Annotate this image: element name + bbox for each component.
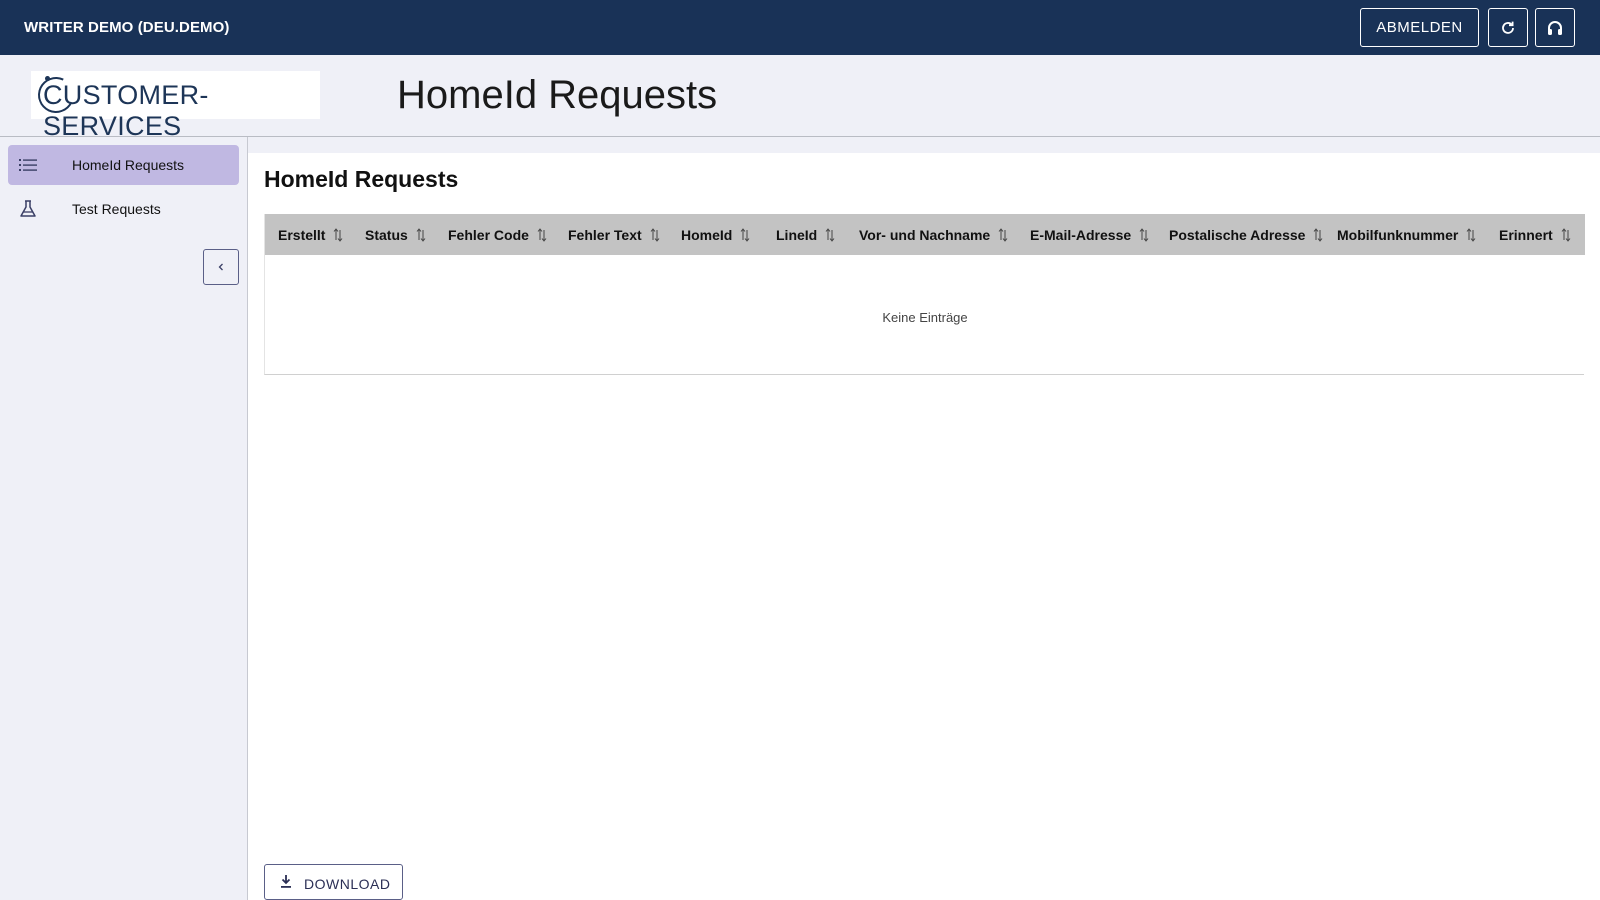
column-header-postalische-adresse[interactable]: Postalische Adresse [1169, 214, 1323, 255]
column-header-label: Mobilfunknummer [1337, 226, 1459, 243]
sidebar: HomeId Requests Test Requests [0, 137, 248, 900]
sort-icon [825, 227, 835, 242]
headset-icon [1548, 20, 1562, 35]
column-header-email[interactable]: E-Mail-Adresse [1030, 214, 1149, 255]
logo: CUSTOMER-SERVICES [31, 71, 320, 141]
page-header: CUSTOMER-SERVICES HomeId Requests [0, 55, 1600, 141]
column-header-vor-und-nachname[interactable]: Vor- und Nachname [859, 214, 1008, 255]
sidebar-item-label: HomeId Requests [72, 157, 185, 173]
app-title: WRITER DEMO (DEU.DEMO) [24, 19, 230, 36]
logo-text: CUSTOMER-SERVICES [43, 80, 209, 141]
column-header-label: LineId [776, 226, 818, 243]
top-bar: WRITER DEMO (DEU.DEMO) ABMELDEN [0, 0, 1600, 55]
column-header-label: Vor- und Nachname [859, 226, 991, 243]
column-header-label: Fehler Code [448, 226, 529, 243]
sort-icon [416, 227, 426, 242]
page-title: HomeId Requests [397, 73, 718, 117]
list-icon [19, 159, 37, 171]
sidebar-item-label: Test Requests [72, 201, 161, 217]
column-header-erinnert[interactable]: Erinnert [1499, 214, 1571, 255]
chevron-left-icon [218, 263, 223, 271]
download-button[interactable]: DOWNLOAD [264, 864, 403, 900]
requests-table: Erstellt Status Fehler Code Fehler Text … [264, 214, 1585, 375]
section-title: HomeId Requests [264, 166, 459, 192]
column-header-label: HomeId [681, 226, 733, 243]
sidebar-item-test-requests[interactable]: Test Requests [8, 189, 239, 229]
sidebar-collapse-button[interactable] [203, 249, 239, 285]
sort-icon [334, 227, 343, 242]
column-header-fehler-code[interactable]: Fehler Code [448, 214, 547, 255]
support-button[interactable] [1535, 8, 1575, 47]
refresh-icon [1502, 21, 1514, 34]
column-header-label: Erinnert [1499, 226, 1553, 243]
content-top-band [248, 137, 1600, 153]
download-icon [281, 875, 291, 888]
table-empty-message: Keine Einträge [882, 310, 968, 325]
sidebar-item-homeid-requests[interactable]: HomeId Requests [8, 145, 239, 185]
sort-icon [650, 227, 660, 242]
logout-button[interactable]: ABMELDEN [1360, 8, 1479, 47]
column-header-lineid[interactable]: LineId [776, 214, 835, 255]
flask-icon [20, 200, 36, 217]
column-header-label: Postalische Adresse [1169, 226, 1306, 243]
column-header-mobilfunknummer[interactable]: Mobilfunknummer [1337, 214, 1476, 255]
column-header-homeid[interactable]: HomeId [681, 214, 750, 255]
sort-icon [1314, 227, 1323, 242]
column-header-erstellt[interactable]: Erstellt [278, 214, 343, 255]
column-header-label: Erstellt [278, 226, 326, 243]
column-header-label: E-Mail-Adresse [1030, 226, 1132, 243]
sort-icon [740, 227, 750, 242]
table-header: Erstellt Status Fehler Code Fehler Text … [265, 214, 1585, 255]
sort-icon [537, 227, 547, 242]
refresh-button[interactable] [1488, 8, 1528, 47]
column-header-label: Fehler Text [568, 226, 642, 243]
column-header-fehler-text[interactable]: Fehler Text [568, 214, 660, 255]
download-label: DOWNLOAD [304, 876, 391, 892]
sort-icon [1466, 227, 1476, 242]
column-header-label: Status [365, 226, 408, 243]
sort-icon [998, 227, 1008, 242]
sort-icon [1561, 227, 1571, 242]
column-header-status[interactable]: Status [365, 214, 426, 255]
sort-icon [1139, 227, 1149, 242]
